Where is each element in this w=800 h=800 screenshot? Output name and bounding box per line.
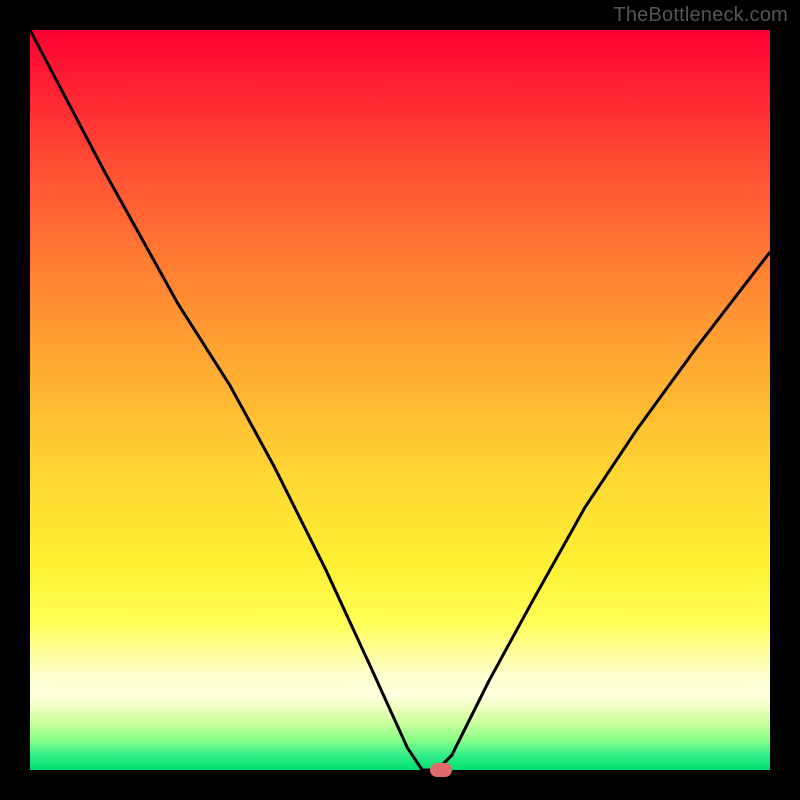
curve-path [30, 30, 770, 770]
chart-frame: TheBottleneck.com [0, 0, 800, 800]
watermark-text: TheBottleneck.com [613, 4, 788, 27]
bottleneck-curve [30, 30, 770, 770]
optimum-marker [430, 763, 452, 777]
plot-area [30, 30, 770, 770]
